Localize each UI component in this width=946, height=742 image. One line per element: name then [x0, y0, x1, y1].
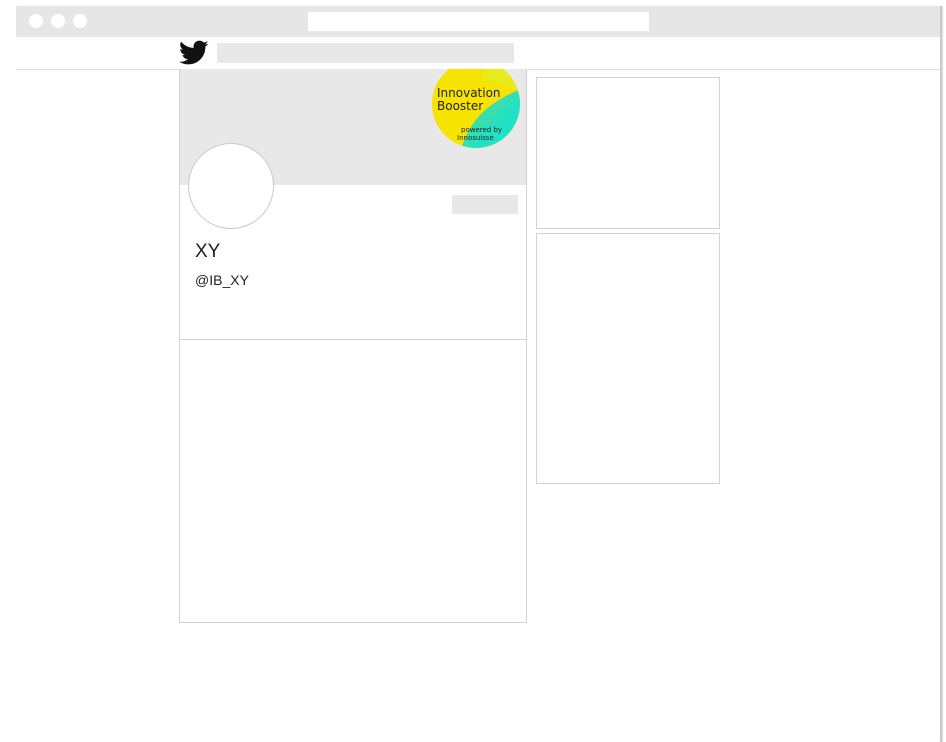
- follow-button[interactable]: [452, 195, 518, 214]
- profile-handle: @IB_XY: [195, 272, 249, 288]
- profile-divider: [180, 339, 526, 340]
- window-dot-minimize[interactable]: [51, 14, 65, 28]
- address-bar[interactable]: [308, 12, 649, 31]
- browser-window: Innovation Booster powered by Innosuisse…: [16, 6, 940, 742]
- sidebar-widget-bottom: [536, 233, 720, 484]
- window-dot-close[interactable]: [29, 14, 43, 28]
- badge-powered-by: powered by: [461, 126, 502, 134]
- avatar[interactable]: [188, 143, 274, 229]
- top-navigation: [16, 37, 940, 70]
- innovation-booster-logo: Innovation Booster powered by Innosuisse: [432, 69, 520, 148]
- badge-line1: Innovation: [437, 86, 501, 100]
- profile-card: Innovation Booster powered by Innosuisse…: [179, 69, 527, 623]
- twitter-bird-icon[interactable]: [179, 40, 209, 66]
- search-input[interactable]: [217, 43, 514, 63]
- badge-line2: Booster: [437, 99, 483, 113]
- profile-display-name: XY: [195, 241, 221, 262]
- badge-brand: Innosuisse: [457, 134, 494, 142]
- window-dot-maximize[interactable]: [73, 14, 87, 28]
- sidebar-widget-top: [536, 77, 720, 229]
- browser-chrome: [16, 6, 940, 37]
